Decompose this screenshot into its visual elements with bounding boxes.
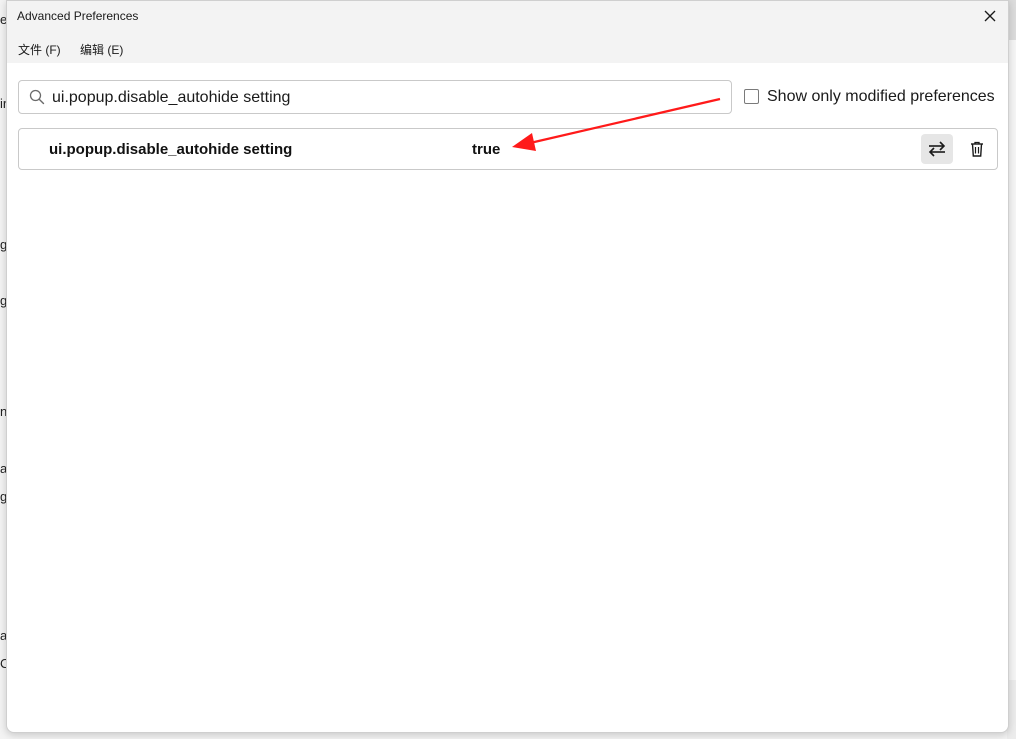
- search-input-value: ui.popup.disable_autohide setting: [52, 89, 291, 106]
- title-bar: Advanced Preferences: [7, 1, 1008, 33]
- delete-button[interactable]: [963, 134, 991, 164]
- preference-row: ui.popup.disable_autohide setting true: [18, 128, 998, 170]
- preference-value: true: [472, 141, 501, 158]
- show-modified-checkbox[interactable]: [744, 89, 759, 104]
- trash-icon: [971, 141, 983, 157]
- preference-name: ui.popup.disable_autohide setting: [49, 141, 293, 158]
- menu-file[interactable]: 文件 (F): [18, 41, 61, 58]
- toggle-button[interactable]: [921, 134, 953, 164]
- preferences-content: ui.popup.disable_autohide setting Show o…: [7, 63, 1008, 732]
- menu-bar: 文件 (F) 编辑 (E): [7, 33, 1008, 63]
- window-title: Advanced Preferences: [17, 9, 139, 23]
- close-button[interactable]: [976, 3, 1004, 29]
- search-input[interactable]: ui.popup.disable_autohide setting: [18, 80, 732, 114]
- menu-edit[interactable]: 编辑 (E): [80, 41, 123, 58]
- show-modified-label[interactable]: Show only modified preferences: [767, 88, 995, 106]
- search-icon: [29, 89, 45, 105]
- toggle-icon: [928, 141, 946, 157]
- close-icon: [984, 10, 996, 22]
- advanced-preferences-dialog: Advanced Preferences 文件 (F) 编辑 (E) ui.po…: [6, 0, 1009, 733]
